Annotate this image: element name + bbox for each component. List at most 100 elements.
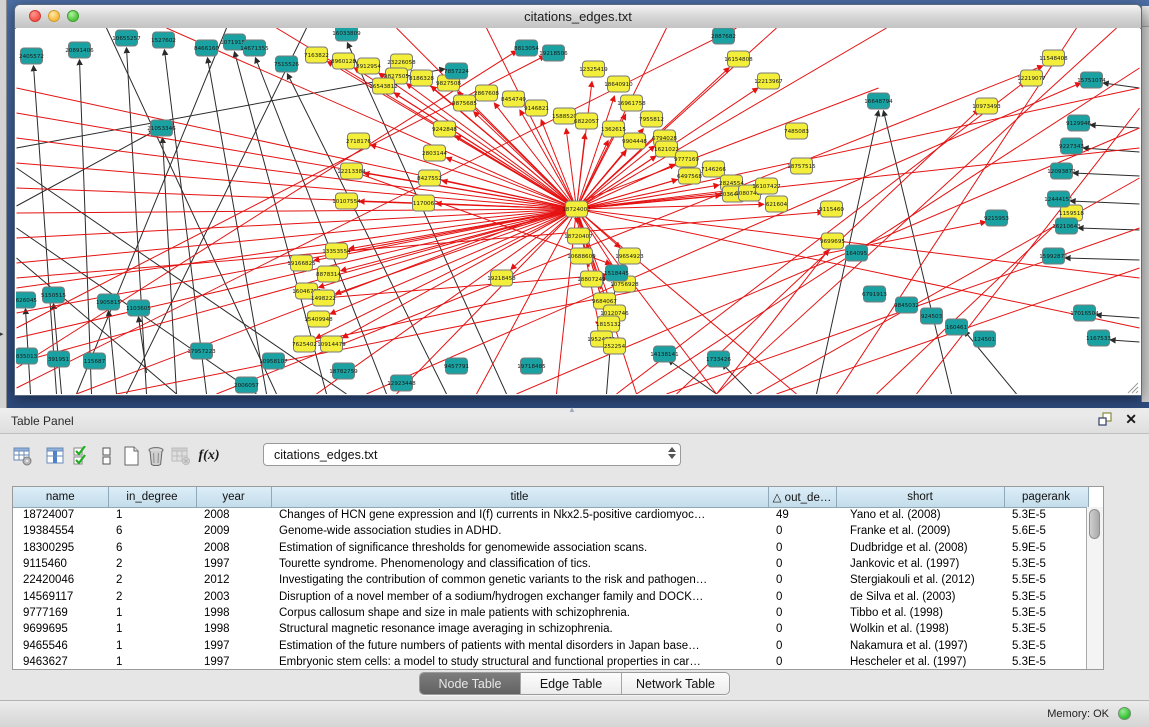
float-panel-icon[interactable] [1098, 412, 1113, 426]
graph-node[interactable]: 2803144 [422, 145, 447, 161]
graph-node[interactable]: 160461 [946, 319, 968, 335]
clear-selection-button[interactable] [96, 444, 118, 468]
graph-node[interactable]: 9115460 [819, 201, 844, 217]
table-row[interactable]: 911546021997Tourette syndrome. Phenomeno… [13, 556, 1088, 572]
graph-node[interactable]: 7146266 [701, 161, 726, 177]
column-header-pagerank[interactable]: pagerank [1004, 487, 1088, 507]
graph-node[interactable]: 115687 [84, 353, 106, 369]
column-header-out_de[interactable]: △ out_de… [768, 487, 836, 507]
graph-node[interactable]: 13353554 [322, 243, 351, 259]
column-header-name[interactable]: name [13, 487, 108, 507]
graph-node[interactable]: 117006 [413, 195, 435, 211]
tab-edge-table[interactable]: Edge Table [521, 673, 622, 694]
graph-node[interactable]: 16543812 [369, 78, 397, 94]
graph-node[interactable]: 2718176 [346, 133, 371, 149]
graph-node[interactable]: 2405572 [19, 48, 44, 64]
graph-node[interactable]: 1498222 [311, 290, 336, 306]
table-select-dropdown[interactable]: citations_edges.txt [263, 443, 681, 466]
table-vertical-scrollbar[interactable] [1086, 507, 1103, 669]
graph-node[interactable]: 252254 [604, 338, 626, 354]
graph-node[interactable]: 19718485 [517, 358, 546, 374]
graph-node[interactable]: 9904448 [622, 133, 647, 149]
graph-node[interactable]: 12093872 [1047, 163, 1075, 179]
table-row[interactable]: 1456911722003Disruption of a novel membe… [13, 588, 1088, 604]
table-row[interactable]: 2242004622012Investigating the contribut… [13, 572, 1088, 588]
column-header-title[interactable]: title [271, 487, 768, 507]
graph-node[interactable]: 7163822 [304, 47, 329, 63]
graph-node[interactable]: 1518445 [604, 265, 629, 281]
memory-status-indicator[interactable] [1118, 707, 1131, 720]
graph-node[interactable]: 8960128 [331, 53, 356, 69]
graph-node[interactable]: 9699695 [820, 233, 845, 249]
graph-node[interactable]: 8912954 [356, 58, 381, 74]
tab-node-table[interactable]: Node Table [420, 673, 521, 694]
graph-node[interactable]: 18724007 [562, 201, 591, 217]
graph-node[interactable]: 17016504 [1070, 305, 1099, 321]
graph-node[interactable]: 14671355 [240, 40, 269, 56]
graph-node[interactable]: 11548408 [1039, 50, 1068, 66]
graph-node[interactable]: 8454749 [501, 91, 526, 107]
graph-node[interactable]: 2887682 [711, 28, 736, 44]
graph-node[interactable]: 1103605 [126, 300, 151, 316]
graph-node[interactable]: 16210643 [1052, 218, 1081, 234]
graph-node[interactable]: 18807249 [577, 271, 606, 287]
graph-node[interactable]: 8186328 [409, 70, 434, 86]
graph-node[interactable]: 20891406 [65, 42, 94, 58]
graph-node[interactable]: 2006057 [234, 377, 259, 393]
graph-node[interactable]: 9875685 [452, 95, 477, 111]
table-row[interactable]: 969969511998Structural magnetic resonanc… [13, 621, 1088, 637]
graph-node[interactable]: 10688609 [567, 248, 596, 264]
graph-node[interactable]: 19166825 [287, 255, 316, 271]
table-row[interactable]: 1872400712008Changes of HCN gene express… [13, 507, 1088, 523]
graph-node[interactable]: 1527602 [151, 32, 176, 48]
graph-node[interactable]: 1167533 [1086, 330, 1111, 346]
graph-node[interactable]: 124501 [974, 331, 996, 347]
table-row[interactable]: 946362711997Embryonic stem cells: a mode… [13, 654, 1088, 670]
show-column-button[interactable] [44, 444, 66, 468]
graph-node[interactable]: 5150515 [41, 287, 66, 303]
resize-grip[interactable] [1125, 380, 1139, 394]
graph-node[interactable]: 621604 [766, 196, 788, 212]
tab-network-table[interactable]: Network Table [622, 673, 729, 694]
graph-node[interactable]: 14138141 [650, 346, 679, 362]
network-canvas[interactable]: 7163822896012889129542322605898275051654… [16, 28, 1140, 394]
column-header-year[interactable]: year [196, 487, 271, 507]
graph-node[interactable]: 19218458 [487, 270, 516, 286]
graph-node[interactable]: 19218506 [539, 45, 568, 61]
expand-panel-arrow-icon[interactable]: ▸ [0, 330, 4, 338]
graph-node[interactable]: 1815132 [596, 316, 621, 332]
column-header-short[interactable]: short [836, 487, 1004, 507]
table-row[interactable]: 946554611997Estimation of the future num… [13, 637, 1088, 653]
graph-node[interactable]: 10958107 [259, 353, 288, 369]
graph-node[interactable]: 8878314 [316, 266, 341, 282]
graph-node[interactable]: 924503 [921, 308, 943, 324]
graph-node[interactable]: 12219077 [1017, 70, 1046, 86]
close-panel-icon[interactable]: ✕ [1125, 412, 1137, 426]
graph-node[interactable]: 17957223 [187, 343, 216, 359]
graph-node[interactable]: 164095 [846, 245, 868, 261]
graph-node[interactable]: 9227343 [1059, 138, 1084, 154]
graph-node[interactable]: 12444151 [1044, 191, 1073, 207]
graph-node[interactable]: 391951 [48, 351, 70, 367]
graph-node[interactable]: 8427552 [417, 170, 442, 186]
window-titlebar[interactable]: citations_edges.txt [15, 5, 1141, 29]
create-table-button[interactable] [120, 444, 142, 468]
graph-node[interactable]: 16648794 [864, 93, 893, 109]
graph-node[interactable]: 6791913 [862, 286, 887, 302]
graph-node[interactable]: 1362615 [601, 121, 626, 137]
graph-node[interactable]: 16154808 [724, 51, 753, 67]
graph-node[interactable]: 9129946 [1066, 115, 1091, 131]
graph-node[interactable]: 6497568 [677, 168, 702, 184]
graph-node[interactable]: 10914479 [317, 336, 346, 352]
table-row[interactable]: 977716911998Corpus callosum shape and si… [13, 605, 1088, 621]
graph-node[interactable]: 15751074 [1077, 72, 1106, 88]
graph-node[interactable]: 835013 [16, 348, 38, 364]
panel-splitter-handle[interactable]: ▲ [568, 405, 576, 414]
graph-node[interactable]: 12923448 [387, 375, 416, 391]
graph-node[interactable]: 18640910 [604, 76, 633, 92]
graph-node[interactable]: 7625402 [292, 336, 317, 352]
graph-node[interactable]: 2626045 [16, 292, 37, 308]
graph-node[interactable]: 9242848 [432, 121, 457, 137]
graph-node[interactable]: 6822057 [574, 113, 599, 129]
graph-node[interactable]: 10655257 [112, 30, 141, 46]
